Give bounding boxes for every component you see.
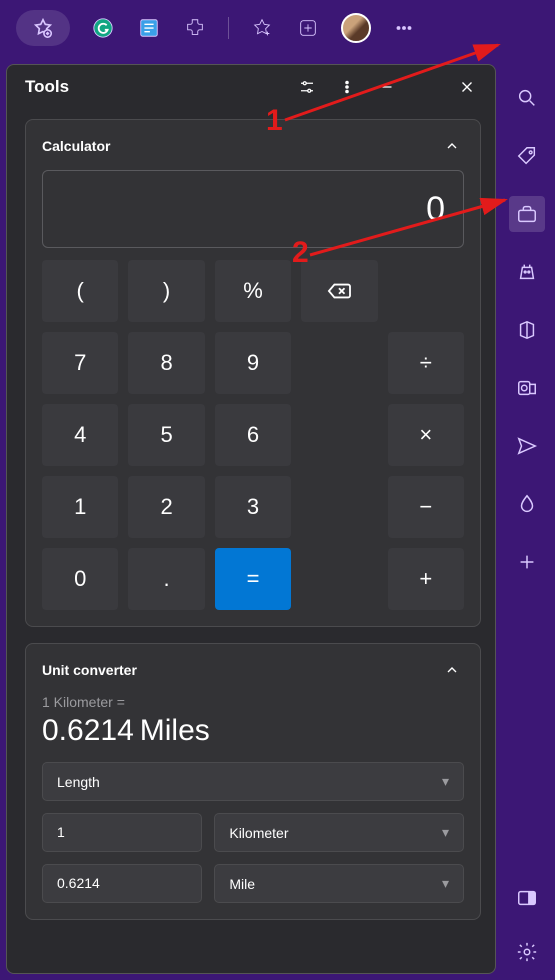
extensions-icon[interactable] xyxy=(182,15,208,41)
search-icon[interactable] xyxy=(509,80,545,116)
calc-key-5[interactable]: 5 xyxy=(128,404,204,466)
panel-more-button[interactable] xyxy=(327,67,367,107)
tools-icon[interactable] xyxy=(509,196,545,232)
calculator-widget: Calculator 0 ( ) % 7 8 9 ÷ 4 5 xyxy=(25,119,481,627)
panel-pin-button[interactable] xyxy=(407,67,447,107)
calc-key-3[interactable]: 3 xyxy=(215,476,291,538)
calc-key-backspace[interactable] xyxy=(301,260,377,322)
panel-minimize-button[interactable] xyxy=(367,67,407,107)
calc-key-6[interactable]: 6 xyxy=(215,404,291,466)
panel-toggle-icon[interactable] xyxy=(509,880,545,916)
calc-key-7[interactable]: 7 xyxy=(42,332,118,394)
send-icon[interactable] xyxy=(509,428,545,464)
panel-close-button[interactable] xyxy=(447,67,487,107)
add-icon[interactable] xyxy=(509,544,545,580)
calculator-collapse-button[interactable] xyxy=(440,134,464,158)
uc-result: 0.6214Miles xyxy=(42,714,464,748)
uc-output-unit-select[interactable]: Mile ▾ xyxy=(214,864,464,903)
calc-key-multiply[interactable]: × xyxy=(388,404,464,466)
grammarly-icon[interactable] xyxy=(90,15,116,41)
more-icon[interactable] xyxy=(391,15,417,41)
backspace-icon xyxy=(326,280,352,302)
calc-key-0[interactable]: 0 xyxy=(42,548,118,610)
chevron-up-icon xyxy=(444,138,460,154)
calculator-title: Calculator xyxy=(42,138,110,154)
edge-sidebar xyxy=(499,0,555,980)
calculator-keypad: ( ) % 7 8 9 ÷ 4 5 6 × 1 2 3 xyxy=(42,260,464,610)
calc-key-9[interactable]: 9 xyxy=(215,332,291,394)
calc-key-8[interactable]: 8 xyxy=(128,332,204,394)
unit-converter-title: Unit converter xyxy=(42,662,137,678)
uc-output-value[interactable]: 0.6214 xyxy=(42,864,202,903)
calc-key-percent[interactable]: % xyxy=(215,260,291,322)
favorites-add-button[interactable] xyxy=(16,10,70,46)
office-icon[interactable] xyxy=(509,312,545,348)
sidebar-bottom xyxy=(499,880,555,970)
unit-converter-widget: Unit converter 1 Kilometer = 0.6214Miles… xyxy=(25,643,481,920)
tools-panel: Tools Calculator 0 ( ) % xyxy=(6,64,496,974)
uc-result-unit: Miles xyxy=(140,714,210,747)
calc-key-rparen[interactable]: ) xyxy=(128,260,204,322)
uc-from-label: 1 Kilometer = xyxy=(42,694,464,710)
games-icon[interactable] xyxy=(509,254,545,290)
math-solver-icon[interactable] xyxy=(295,15,321,41)
star-add-icon xyxy=(30,15,56,41)
uc-result-value: 0.6214 xyxy=(42,714,134,747)
uc-category-value: Length xyxy=(57,774,100,790)
calc-key-minus[interactable]: − xyxy=(388,476,464,538)
tag-icon[interactable] xyxy=(509,138,545,174)
collections-icon[interactable] xyxy=(249,15,275,41)
calculator-display: 0 xyxy=(42,170,464,248)
calc-key-plus[interactable]: + xyxy=(388,548,464,610)
calc-key-4[interactable]: 4 xyxy=(42,404,118,466)
panel-header: Tools xyxy=(7,65,495,109)
calc-key-decimal[interactable]: . xyxy=(128,548,204,610)
calc-key-divide[interactable]: ÷ xyxy=(388,332,464,394)
profile-avatar[interactable] xyxy=(341,13,371,43)
notes-icon[interactable] xyxy=(136,15,162,41)
browser-toolbar xyxy=(0,0,555,56)
toolbar-divider xyxy=(228,17,229,39)
calc-key-lparen[interactable]: ( xyxy=(42,260,118,322)
calc-key-2[interactable]: 2 xyxy=(128,476,204,538)
dropdown-arrow-icon: ▾ xyxy=(442,773,449,790)
drop-icon[interactable] xyxy=(509,486,545,522)
uc-category-select[interactable]: Length ▾ xyxy=(42,762,464,801)
panel-title: Tools xyxy=(25,77,69,97)
uc-input-unit-select[interactable]: Kilometer ▾ xyxy=(214,813,464,852)
outlook-icon[interactable] xyxy=(509,370,545,406)
dropdown-arrow-icon: ▾ xyxy=(442,824,449,841)
uc-input-unit: Kilometer xyxy=(229,825,288,841)
panel-scroll-area[interactable]: Calculator 0 ( ) % 7 8 9 ÷ 4 5 xyxy=(7,109,495,973)
chevron-up-icon xyxy=(444,662,460,678)
calc-key-1[interactable]: 1 xyxy=(42,476,118,538)
dropdown-arrow-icon: ▾ xyxy=(442,875,449,892)
uc-output-unit: Mile xyxy=(229,876,255,892)
uc-input-value[interactable]: 1 xyxy=(42,813,202,852)
calc-key-equals[interactable]: = xyxy=(215,548,291,610)
panel-settings-button[interactable] xyxy=(287,67,327,107)
unit-converter-collapse-button[interactable] xyxy=(440,658,464,682)
settings-icon[interactable] xyxy=(509,934,545,970)
